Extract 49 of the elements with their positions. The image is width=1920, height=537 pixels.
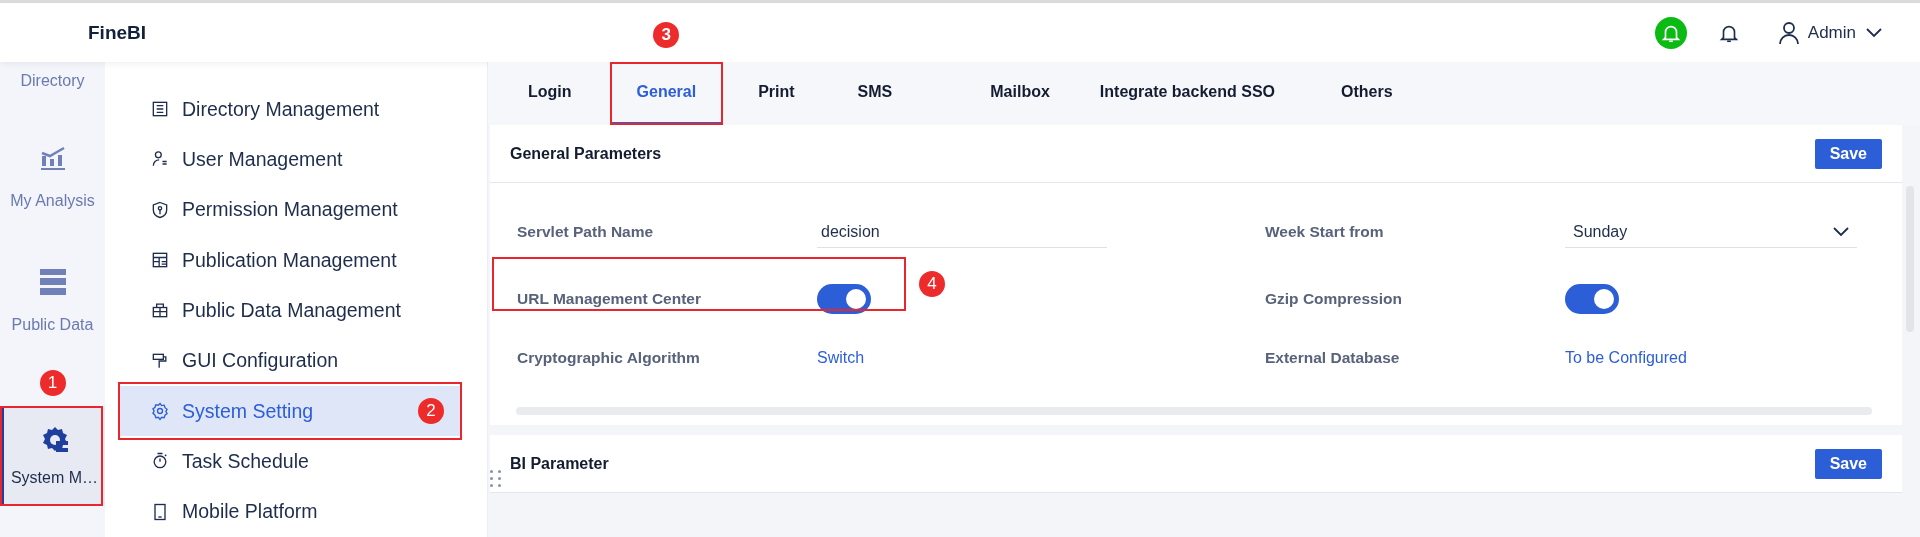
nav-rail-item[interactable]: My Analysis [0, 112, 105, 242]
setting-label: Week Start from [1265, 223, 1385, 241]
step-number: 2 [418, 397, 444, 424]
chevron-down-icon [1833, 226, 1849, 237]
step-number: 4 [919, 271, 945, 297]
menu-item[interactable]: User Management [120, 134, 460, 185]
save-button[interactable]: Save [1814, 138, 1882, 169]
tab[interactable]: Login [503, 62, 597, 125]
section-title: General Parameters [510, 144, 662, 163]
notification-badge[interactable] [1654, 16, 1687, 49]
toggle-switch[interactable] [817, 284, 871, 314]
shield-icon [150, 199, 170, 220]
bar-chart-icon [38, 144, 67, 172]
app-logo: FineBI [88, 21, 147, 44]
menu-item[interactable]: Task Schedule [120, 436, 460, 487]
link[interactable]: To be Configured [1565, 349, 1687, 366]
toggle-switch[interactable] [1565, 284, 1619, 314]
save-button[interactable]: Save [1814, 448, 1882, 479]
setting-label: External Database [1265, 349, 1401, 367]
user-name[interactable]: Admin [1807, 22, 1856, 43]
tab[interactable]: Mailbox [965, 62, 1075, 125]
step-number: 1 [39, 370, 66, 396]
tab[interactable]: Others [1316, 62, 1418, 125]
settings-icon [150, 401, 170, 422]
setting-label: URL Management Center [517, 290, 703, 308]
setting-label: Gzip Compression [1265, 290, 1403, 308]
nav-rail-item[interactable]: System M… [0, 406, 105, 506]
section-title: BI Parameter [510, 454, 609, 473]
tab[interactable]: Integrate backend SSO [1074, 62, 1300, 125]
menu-item[interactable]: System Setting 2 [120, 385, 460, 437]
nav-rail-item[interactable]: Directory [0, 62, 105, 112]
menu-item[interactable]: Publication Management [120, 235, 460, 286]
table-icon [38, 268, 67, 296]
nav-rail-item[interactable]: Public Data [0, 242, 105, 360]
menu-item[interactable]: GUI Configuration [120, 335, 460, 386]
tab[interactable]: SMS [832, 62, 918, 125]
menu-item[interactable]: Permission Management [120, 184, 460, 235]
user-icon [1777, 20, 1800, 45]
setting-label: Servlet Path Name [517, 223, 655, 241]
drag-handle-icon[interactable] [490, 470, 501, 487]
chevron-down-icon[interactable] [1866, 27, 1882, 38]
link[interactable]: Switch [817, 349, 865, 366]
menu-item[interactable]: Directory Management [120, 84, 460, 135]
tab[interactable]: Print [733, 62, 820, 125]
menu-item[interactable]: Public Data Management [120, 285, 460, 336]
menu-item[interactable]: Mobile Platform [120, 486, 460, 537]
dropdown-field[interactable]: Sunday [1565, 216, 1857, 248]
text-field[interactable]: decision [817, 216, 1107, 248]
setting-label: Cryptographic Algorithm [517, 349, 701, 367]
